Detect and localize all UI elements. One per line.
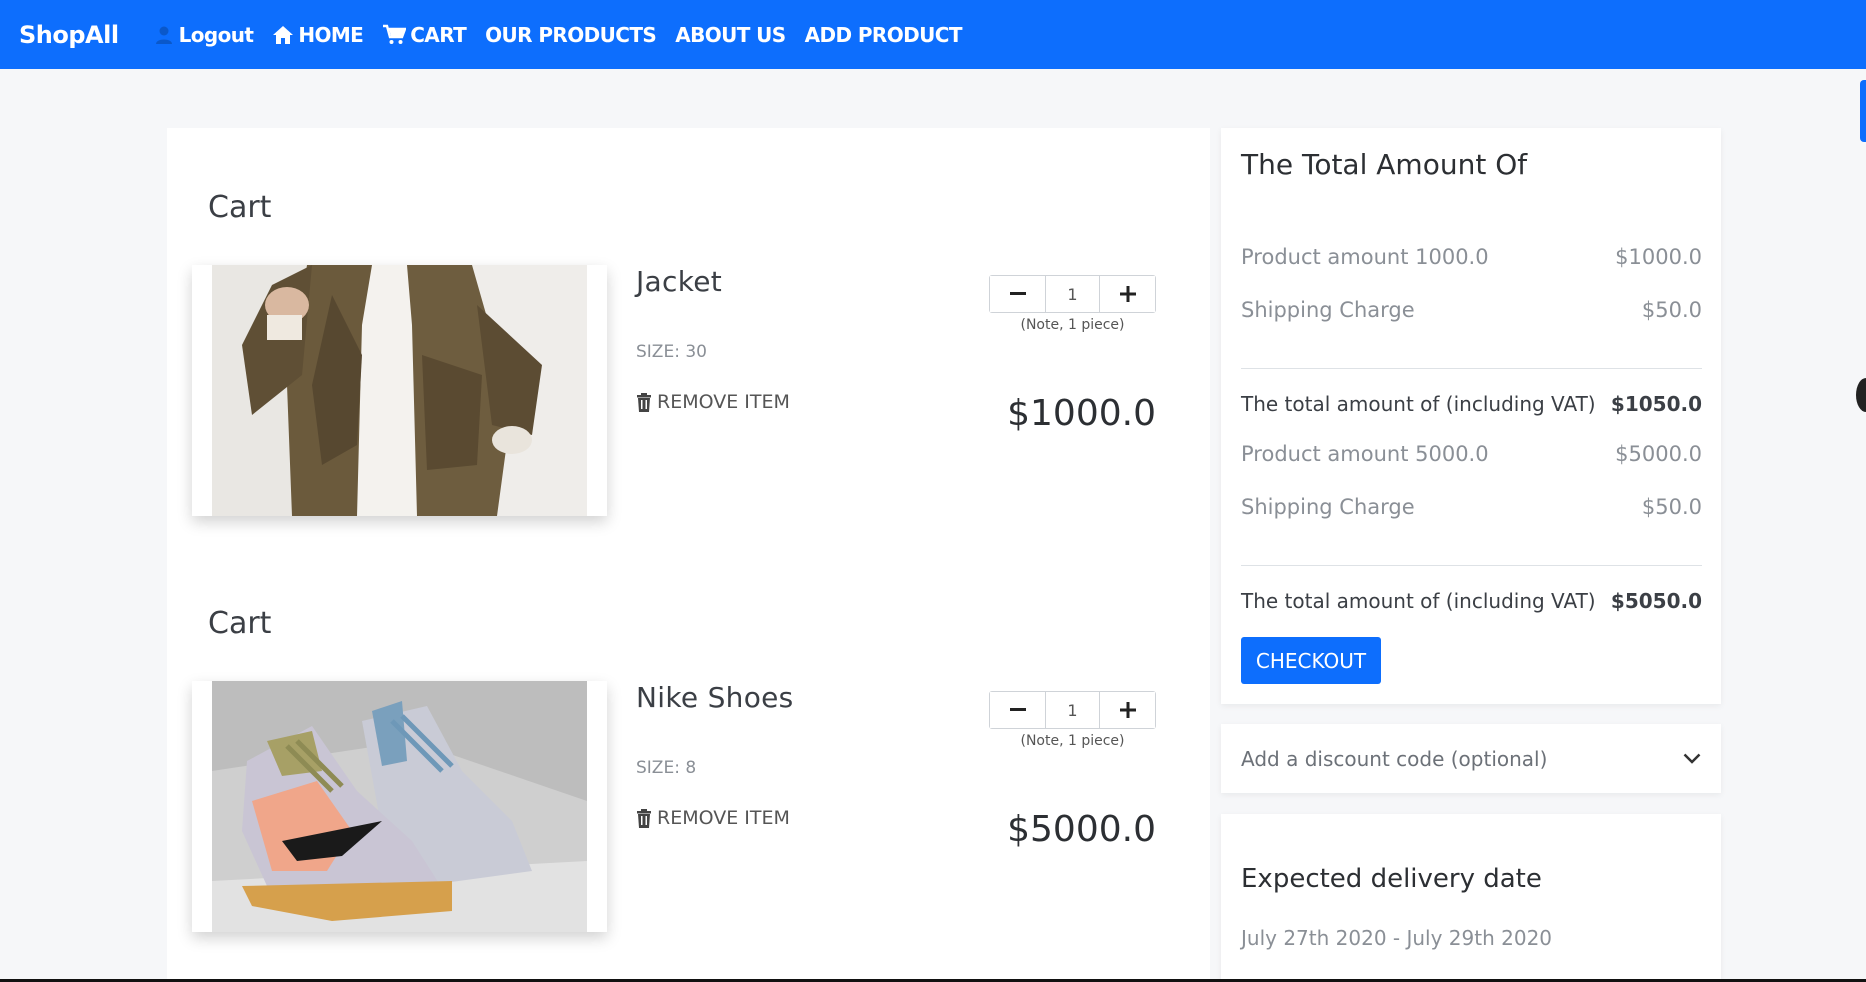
edge-scroll-tab[interactable] [1860, 80, 1866, 142]
summary-label: Product amount 1000.0 [1241, 245, 1489, 269]
trash-icon [637, 392, 651, 412]
quantity-value[interactable]: 1 [1045, 276, 1100, 312]
summary-label: Product amount 5000.0 [1241, 442, 1489, 466]
minus-icon [1009, 708, 1026, 711]
trash-icon [637, 808, 651, 828]
discount-code-label: Add a discount code (optional) [1241, 746, 1548, 771]
nav-cart[interactable]: CART [382, 22, 467, 47]
plus-icon [1119, 286, 1136, 302]
cart-heading: Cart [208, 606, 272, 641]
nav-home-label: HOME [298, 22, 364, 47]
increase-quantity-button[interactable] [1100, 276, 1155, 312]
product-price: $5000.0 [1007, 809, 1156, 850]
cart-item: Cart Nike Shoes SIZE: 8 REMOVE ITEM 1 (N… [167, 544, 1210, 944]
summary-row-product: Product amount 5000.0 $5000.0 [1241, 442, 1702, 466]
summary-value: $1050.0 [1610, 392, 1702, 416]
chevron-down-icon [1683, 753, 1701, 764]
delivery-dates: July 27th 2020 - July 29th 2020 [1241, 926, 1553, 950]
cart-icon [383, 24, 407, 44]
decrease-quantity-button[interactable] [990, 276, 1045, 312]
remove-item-button[interactable]: REMOVE ITEM [636, 807, 790, 829]
jacket-photo [212, 265, 587, 516]
cart-panel: Cart Jacket SIZE: 30 REMOVE ITEM 1 (Note… [167, 128, 1210, 982]
remove-item-label: REMOVE ITEM [657, 807, 790, 829]
edge-floating-button[interactable] [1856, 378, 1866, 412]
summary-label: Shipping Charge [1241, 298, 1415, 322]
quantity-note: (Note, 1 piece) [1020, 317, 1125, 333]
product-price: $1000.0 [1007, 393, 1156, 434]
product-image-card [192, 681, 607, 932]
delivery-title: Expected delivery date [1241, 864, 1542, 894]
user-icon [155, 26, 172, 44]
quantity-stepper: 1 [989, 691, 1156, 729]
summary-label: The total amount of (including VAT) [1241, 589, 1596, 613]
summary-divider [1241, 368, 1702, 369]
brand-logo[interactable]: ShopAll [19, 21, 119, 49]
nav-logout[interactable]: Logout [155, 23, 254, 47]
summary-value: $1000.0 [1615, 245, 1702, 269]
summary-value: $50.0 [1641, 298, 1702, 322]
nav-about-us[interactable]: ABOUT US [675, 23, 786, 47]
increase-quantity-button[interactable] [1100, 692, 1155, 728]
product-size: SIZE: 30 [636, 342, 707, 362]
top-navbar: ShopAll Logout HOME CART OUR PRODUCTS AB… [0, 0, 1866, 69]
summary-row-shipping: Shipping Charge $50.0 [1241, 298, 1702, 322]
nav-logout-label: Logout [178, 22, 254, 47]
summary-value: $5000.0 [1615, 442, 1702, 466]
checkout-button[interactable]: CHECKOUT [1241, 637, 1381, 684]
quantity-stepper: 1 [989, 275, 1156, 313]
summary-row-total: The total amount of (including VAT) $505… [1241, 589, 1702, 613]
cart-heading: Cart [208, 190, 272, 225]
summary-value: $5050.0 [1610, 589, 1702, 613]
summary-value: $50.0 [1641, 495, 1702, 519]
decrease-quantity-button[interactable] [990, 692, 1045, 728]
cart-item: Cart Jacket SIZE: 30 REMOVE ITEM 1 (Note… [167, 128, 1210, 528]
order-summary-panel: The Total Amount Of Product amount 1000.… [1221, 128, 1721, 704]
nav-cart-label: CART [410, 22, 467, 47]
nav-home[interactable]: HOME [272, 22, 364, 47]
quantity-value[interactable]: 1 [1045, 692, 1100, 728]
summary-row-shipping: Shipping Charge $50.0 [1241, 495, 1702, 519]
sneakers-photo [212, 681, 587, 932]
product-size: SIZE: 8 [636, 758, 697, 778]
discount-code-toggle[interactable]: Add a discount code (optional) [1221, 724, 1721, 793]
summary-row-total: The total amount of (including VAT) $105… [1241, 392, 1702, 416]
minus-icon [1009, 292, 1026, 295]
product-image-card [192, 265, 607, 516]
home-icon [273, 25, 294, 44]
remove-item-label: REMOVE ITEM [657, 391, 790, 413]
delivery-panel: Expected delivery date July 27th 2020 - … [1221, 814, 1721, 982]
summary-divider [1241, 565, 1702, 566]
remove-item-button[interactable]: REMOVE ITEM [636, 391, 790, 413]
nav-add-product[interactable]: ADD PRODUCT [805, 23, 963, 47]
plus-icon [1119, 702, 1136, 718]
summary-label: Shipping Charge [1241, 495, 1415, 519]
summary-title: The Total Amount Of [1241, 148, 1528, 181]
nav-our-products[interactable]: OUR PRODUCTS [485, 23, 657, 47]
product-name: Nike Shoes [636, 681, 794, 714]
summary-label: The total amount of (including VAT) [1241, 392, 1596, 416]
product-name: Jacket [636, 265, 723, 298]
summary-row-product: Product amount 1000.0 $1000.0 [1241, 245, 1702, 269]
quantity-note: (Note, 1 piece) [1020, 733, 1125, 749]
